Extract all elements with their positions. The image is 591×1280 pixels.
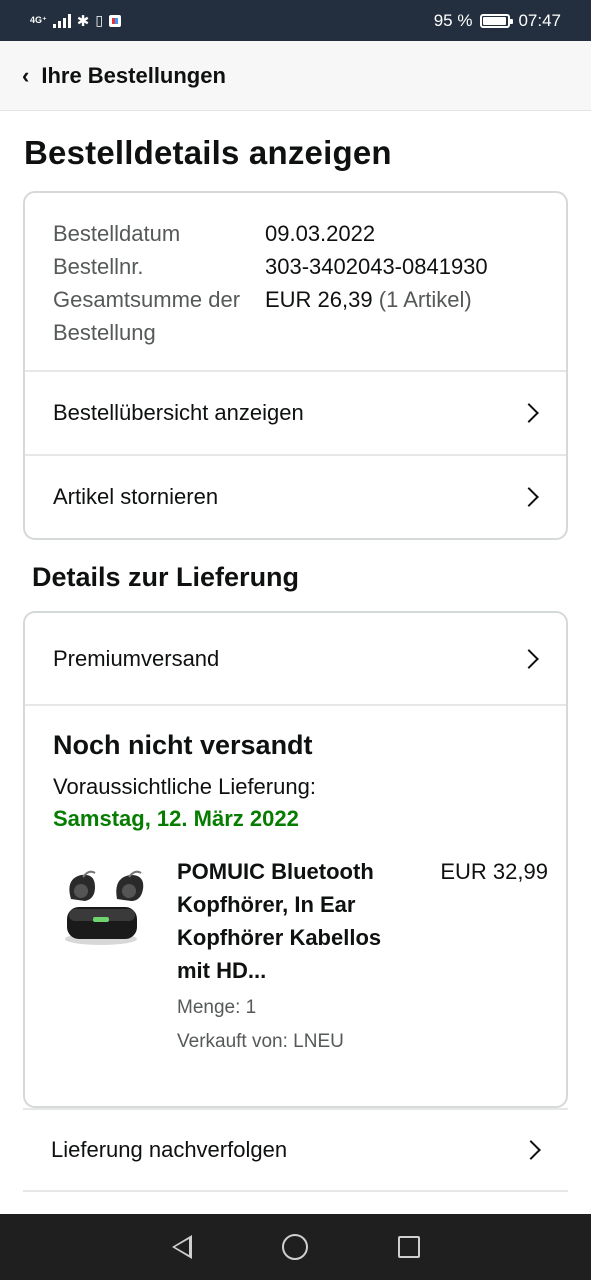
order-total-amount: EUR 26,39 bbox=[265, 287, 373, 312]
back-link-label[interactable]: Ihre Bestellungen bbox=[41, 63, 226, 89]
order-number-row: Bestellnr. 303-3402043-0841930 bbox=[53, 250, 538, 283]
item-quantity: Menge: 1 bbox=[177, 997, 257, 1018]
order-total-value: EUR 26,39 (1 Artikel) bbox=[265, 283, 472, 349]
delivery-card: Premiumversand Noch nicht versandt Vorau… bbox=[23, 611, 568, 1108]
product-image[interactable] bbox=[49, 855, 177, 965]
order-date-value: 09.03.2022 bbox=[265, 221, 376, 246]
notification-app-icon bbox=[109, 14, 122, 27]
clock: 07:47 bbox=[518, 10, 561, 30]
item-price: EUR 32,99 bbox=[440, 859, 548, 884]
shipping-method-label[interactable]: Premiumversand bbox=[53, 646, 219, 672]
order-item[interactable]: POMUIC Bluetooth Kopfhörer, In Ear Kopfh… bbox=[53, 855, 548, 1059]
chevron-right-icon bbox=[519, 487, 539, 507]
order-info-card: Bestelldatum 09.03.2022 Bestellnr. 303-3… bbox=[23, 191, 568, 540]
back-navigation[interactable]: ‹ Ihre Bestellungen bbox=[0, 41, 591, 111]
status-left: 4G⁺ ✱ ▯ bbox=[30, 12, 122, 30]
item-title[interactable]: POMUIC Bluetooth Kopfhörer, In Ear Kopfh… bbox=[177, 855, 417, 987]
status-right: 95 % 07:47 bbox=[434, 11, 561, 31]
delivery-section-title: Details zur Lieferung bbox=[32, 562, 300, 592]
expected-delivery-date: Samstag, 12. März 2022 bbox=[53, 806, 299, 831]
earbuds-product-image bbox=[65, 870, 144, 945]
bluetooth-icon: ✱ bbox=[76, 12, 90, 30]
chevron-left-icon[interactable]: ‹ bbox=[22, 64, 29, 87]
shipment-status: Noch nicht versandt bbox=[53, 730, 313, 760]
order-item-count: (1 Artikel) bbox=[378, 287, 472, 312]
battery-icon bbox=[480, 13, 514, 28]
battery-fill bbox=[483, 16, 507, 25]
order-info: Bestelldatum 09.03.2022 Bestellnr. 303-3… bbox=[25, 193, 566, 370]
battery-percent: 95 % bbox=[433, 10, 473, 30]
shipping-method-row[interactable]: Premiumversand bbox=[25, 613, 566, 704]
chevron-right-icon bbox=[521, 1140, 541, 1160]
back-triangle-icon[interactable] bbox=[171, 1235, 192, 1259]
network-type-label: 4G⁺ bbox=[30, 15, 47, 25]
expected-delivery-label: Voraussichtliche Lieferung: bbox=[53, 774, 316, 799]
track-delivery-label[interactable]: Lieferung nachverfolgen bbox=[51, 1137, 287, 1163]
order-total-row: Gesamtsumme der Bestellung EUR 26,39 (1 … bbox=[53, 283, 538, 349]
order-number-label: Bestellnr. bbox=[53, 254, 144, 279]
shipment-details: Noch nicht versandt Voraussichtliche Lie… bbox=[25, 704, 566, 1059]
status-bar: 4G⁺ ✱ ▯ 95 % 07:47 bbox=[0, 0, 591, 41]
vibrate-icon: ▯ bbox=[95, 12, 104, 28]
chevron-right-icon bbox=[519, 403, 539, 423]
recent-apps-square-icon[interactable] bbox=[397, 1236, 420, 1258]
signal-icon bbox=[52, 13, 71, 28]
item-seller: Verkauft von: LNEU bbox=[177, 1031, 344, 1052]
view-order-summary-label[interactable]: Bestellübersicht anzeigen bbox=[53, 400, 304, 426]
item-info: POMUIC Bluetooth Kopfhörer, In Ear Kopfh… bbox=[177, 855, 428, 1059]
order-date-label: Bestelldatum bbox=[53, 221, 181, 246]
view-order-summary-row[interactable]: Bestellübersicht anzeigen bbox=[25, 370, 566, 454]
chevron-right-icon bbox=[519, 648, 539, 669]
cancel-items-label[interactable]: Artikel stornieren bbox=[53, 484, 218, 510]
system-navigation-bar bbox=[0, 1214, 591, 1280]
page-title: Bestelldetails anzeigen bbox=[24, 134, 392, 171]
cancel-items-row[interactable]: Artikel stornieren bbox=[25, 454, 566, 538]
order-total-label: Gesamtsumme der Bestellung bbox=[53, 287, 241, 345]
track-delivery-row[interactable]: Lieferung nachverfolgen bbox=[23, 1108, 568, 1192]
order-number-value: 303-3402043-0841930 bbox=[265, 254, 488, 279]
home-circle-icon[interactable] bbox=[281, 1234, 308, 1260]
order-date-row: Bestelldatum 09.03.2022 bbox=[53, 217, 538, 250]
